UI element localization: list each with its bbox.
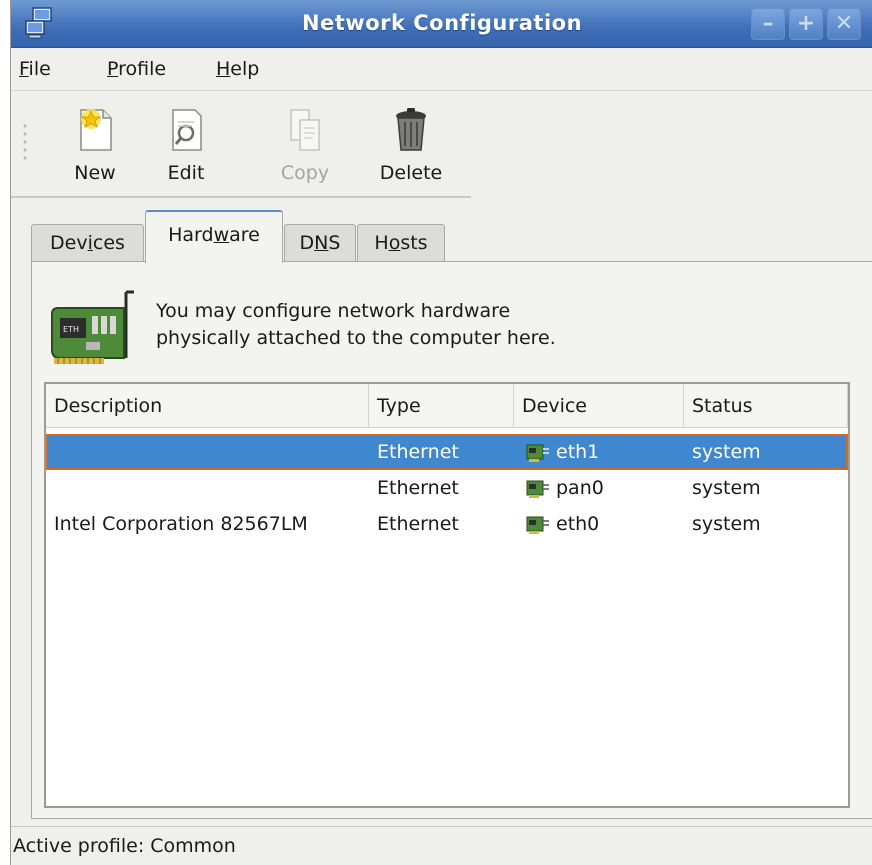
row-status: system — [692, 441, 761, 463]
new-button-label: New — [74, 162, 116, 184]
title-bar[interactable]: Network Configuration – + ✕ — [11, 0, 872, 48]
row-device: pan0 — [556, 477, 604, 499]
edit-button-label: Edit — [167, 162, 205, 184]
toolbar: New Edit Copy Delete — [11, 92, 471, 198]
menu-profile[interactable]: Profile — [107, 58, 166, 80]
copy-button[interactable]: Copy — [267, 98, 343, 194]
list-header: Description Type Device Status — [46, 384, 848, 428]
column-header-description[interactable]: Description — [46, 384, 369, 428]
row-status: system — [692, 477, 761, 499]
toolbar-grip[interactable] — [23, 122, 27, 162]
menu-file[interactable]: File — [19, 58, 51, 80]
maximize-icon: + — [796, 11, 816, 36]
table-row[interactable]: Ethernet eth1 system — [46, 434, 848, 470]
minimize-button[interactable]: – — [751, 8, 785, 40]
row-device: eth1 — [556, 441, 600, 463]
hardware-panel: ETH You may configure network hardware p… — [31, 261, 872, 819]
close-button[interactable]: ✕ — [827, 8, 861, 40]
row-type: Ethernet — [377, 513, 459, 535]
maximize-button[interactable]: + — [789, 8, 823, 40]
tab-dns-text-a: D — [299, 232, 315, 254]
copy-document-icon — [290, 109, 320, 151]
delete-button-label: Delete — [379, 162, 443, 184]
active-profile-status: Active profile: Common — [13, 835, 236, 857]
tab-dns[interactable]: DNS — [284, 224, 356, 262]
row-description — [54, 470, 369, 506]
tab-hosts[interactable]: Hosts — [357, 224, 445, 262]
new-document-icon — [80, 109, 112, 151]
row-type: Ethernet — [377, 441, 459, 463]
menu-help-label: elp — [230, 58, 260, 80]
tab-hosts-text-b: sts — [400, 232, 428, 254]
network-configuration-window: Network Configuration – + ✕ File Profile… — [10, 0, 872, 865]
tab-devices-text-a: Dev — [50, 232, 88, 254]
network-card-icon — [526, 480, 549, 498]
tab-hosts-text-a: H — [374, 232, 389, 254]
tab-hardware-mnemonic: w — [213, 224, 230, 246]
hardware-list[interactable]: Description Type Device Status Ethernet … — [44, 382, 850, 808]
status-bar: Active profile: Common — [11, 826, 872, 865]
svg-text:ETH: ETH — [63, 325, 79, 334]
table-row[interactable]: Intel Corporation 82567LM Ethernet eth0 … — [46, 506, 848, 542]
column-header-status[interactable]: Status — [684, 384, 848, 428]
row-device: eth0 — [556, 513, 600, 535]
edit-document-icon — [172, 109, 202, 151]
row-type: Ethernet — [377, 477, 459, 499]
menu-bar: File Profile Help — [11, 49, 872, 91]
row-description — [54, 434, 369, 470]
column-header-type[interactable]: Type — [369, 384, 514, 428]
close-icon: ✕ — [834, 11, 854, 36]
edit-button[interactable]: Edit — [151, 98, 221, 194]
menu-file-mnemonic: F — [19, 58, 29, 80]
minimize-icon: – — [762, 11, 774, 36]
network-card-icon — [526, 516, 549, 534]
tab-devices-text-b: ces — [92, 232, 125, 254]
menu-profile-mnemonic: P — [107, 58, 119, 80]
row-status: system — [692, 513, 761, 535]
tab-devices[interactable]: Devices — [31, 224, 144, 262]
trash-can-icon — [396, 108, 426, 151]
copy-button-label: Copy — [280, 162, 330, 184]
tab-hardware-text-b: are — [229, 224, 260, 246]
menu-help[interactable]: Help — [216, 58, 259, 80]
tab-hardware-text-a: Hard — [168, 224, 214, 246]
new-button[interactable]: New — [55, 98, 135, 194]
menu-profile-label: rofile — [118, 58, 167, 80]
network-card-icon — [526, 444, 549, 462]
tab-hardware[interactable]: Hardware — [145, 210, 283, 263]
window-title: Network Configuration — [301, 11, 583, 35]
intro-line-1: You may configure network hardware — [156, 300, 511, 322]
network-card-icon: ETH — [51, 290, 134, 364]
intro-text: You may configure network hardware physi… — [156, 298, 556, 352]
column-header-device[interactable]: Device — [514, 384, 684, 428]
menu-help-mnemonic: H — [216, 58, 231, 80]
table-row[interactable]: Ethernet pan0 system — [46, 470, 848, 506]
tab-hosts-mnemonic: o — [388, 232, 401, 254]
tab-dns-text-b: S — [328, 232, 341, 254]
tab-dns-mnemonic: N — [314, 232, 329, 254]
menu-file-label: ile — [28, 58, 51, 80]
intro-line-2: physically attached to the computer here… — [156, 327, 556, 349]
delete-button[interactable]: Delete — [363, 98, 459, 194]
row-description: Intel Corporation 82567LM — [54, 513, 308, 535]
